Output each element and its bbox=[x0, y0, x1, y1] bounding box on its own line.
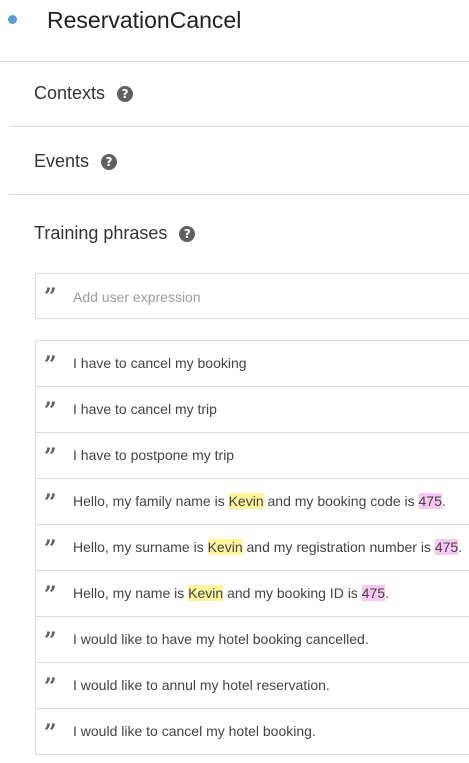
section-training-phrases: Training phrases ? bbox=[34, 223, 196, 244]
training-phrase-row[interactable]: ” I have to cancel my booking bbox=[36, 341, 469, 387]
training-phrase-row[interactable]: ” I would like to cancel my hotel booking… bbox=[36, 709, 469, 755]
phrase-segment: I would like to cancel my hotel booking. bbox=[73, 723, 316, 739]
training-phrase-row[interactable]: ” I have to cancel my trip bbox=[36, 387, 469, 433]
intent-header: ReservationCancel bbox=[0, 0, 469, 60]
section-events-label: Events bbox=[34, 151, 90, 171]
quote-icon: ” bbox=[44, 673, 57, 700]
entity-annotation[interactable]: Kevin bbox=[228, 493, 264, 509]
phrase-segment: . bbox=[441, 493, 446, 509]
phrase-segment: and my booking ID is bbox=[223, 585, 362, 601]
training-phrase-row[interactable]: ” I have to postpone my trip bbox=[36, 433, 469, 479]
training-phrase-text[interactable]: I have to postpone my trip bbox=[73, 447, 234, 463]
phrase-segment: Hello, my surname is bbox=[73, 539, 208, 555]
phrase-segment: . bbox=[458, 539, 463, 555]
section-events[interactable]: Events ? bbox=[34, 151, 118, 172]
quote-icon: ” bbox=[44, 719, 57, 746]
quote-icon: ” bbox=[44, 581, 57, 608]
training-phrase-text[interactable]: I have to cancel my booking bbox=[73, 355, 247, 371]
training-phrase-list: ” I have to cancel my booking ” I have to c… bbox=[35, 340, 469, 755]
help-icon[interactable]: ? bbox=[179, 225, 196, 242]
phrase-segment: I have to cancel my trip bbox=[73, 401, 217, 417]
training-phrase-text[interactable]: I would like to annul my hotel reservati… bbox=[73, 677, 330, 693]
quote-icon: ” bbox=[44, 284, 57, 310]
training-phrase-row[interactable]: ” Hello, my family name is Kevin and my b… bbox=[36, 479, 469, 525]
phrase-segment: I would like to annul my hotel reservati… bbox=[73, 677, 330, 693]
training-phrase-text[interactable]: Hello, my name is Kevin and my booking I… bbox=[73, 585, 389, 601]
phrase-segment: I have to cancel my booking bbox=[73, 355, 247, 371]
training-phrase-row[interactable]: ” Hello, my surname is Kevin and my regis… bbox=[36, 525, 469, 571]
section-contexts[interactable]: Contexts ? bbox=[34, 83, 134, 104]
phrase-segment: I have to postpone my trip bbox=[73, 447, 235, 463]
status-dot-icon bbox=[8, 15, 17, 24]
phrase-segment: . bbox=[385, 585, 389, 601]
phrase-segment: Hello, my family name is bbox=[73, 493, 229, 509]
section-divider bbox=[10, 194, 469, 195]
help-icon[interactable]: ? bbox=[101, 153, 118, 170]
training-phrase-row[interactable]: ” Hello, my name is Kevin and my booking … bbox=[36, 571, 469, 617]
help-icon[interactable]: ? bbox=[117, 85, 134, 102]
section-divider bbox=[10, 126, 469, 127]
phrase-segment: Hello, my name is bbox=[73, 585, 189, 601]
training-phrase-text[interactable]: Hello, my family name is Kevin and my bo… bbox=[73, 493, 446, 509]
training-phrase-text[interactable]: I have to cancel my trip bbox=[73, 401, 217, 417]
training-phrase-text[interactable]: Hello, my surname is Kevin and my regist… bbox=[73, 539, 462, 555]
quote-icon: ” bbox=[44, 489, 57, 516]
entity-annotation[interactable]: Kevin bbox=[188, 585, 224, 601]
quote-icon: ” bbox=[44, 443, 57, 470]
quote-icon: ” bbox=[44, 397, 57, 424]
training-phrase-row[interactable]: ” I would like to annul my hotel reservat… bbox=[36, 663, 469, 709]
entity-annotation[interactable]: 475 bbox=[434, 539, 459, 555]
header-divider bbox=[0, 61, 469, 62]
training-phrase-row[interactable]: ” I would like to have my hotel booking c… bbox=[36, 617, 469, 663]
quote-icon: ” bbox=[44, 627, 57, 654]
phrase-segment: I would like to have my hotel booking ca… bbox=[73, 631, 369, 647]
section-training-phrases-label: Training phrases bbox=[34, 223, 168, 243]
quote-icon: ” bbox=[44, 351, 57, 378]
add-user-expression-field[interactable]: ” Add user expression bbox=[35, 273, 469, 319]
entity-annotation[interactable]: 475 bbox=[361, 585, 386, 601]
quote-icon: ” bbox=[44, 535, 57, 562]
entity-annotation[interactable]: Kevin bbox=[207, 539, 243, 555]
phrase-segment: and my booking code is bbox=[263, 493, 419, 509]
entity-annotation[interactable]: 475 bbox=[418, 493, 442, 509]
training-phrase-text[interactable]: I would like to cancel my hotel booking. bbox=[73, 723, 316, 739]
add-user-expression-placeholder[interactable]: Add user expression bbox=[73, 289, 201, 305]
training-phrase-text[interactable]: I would like to have my hotel booking ca… bbox=[73, 631, 369, 647]
intent-name[interactable]: ReservationCancel bbox=[47, 7, 241, 34]
phrase-segment: and my registration number is bbox=[242, 539, 435, 555]
section-contexts-label: Contexts bbox=[34, 83, 106, 103]
